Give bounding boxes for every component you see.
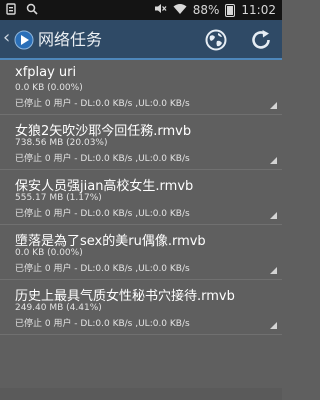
search-icon xyxy=(26,3,38,18)
clock: 11:02 xyxy=(241,3,276,17)
task-name: 女狼2矢吹沙耶今回任務.rmvb xyxy=(15,124,192,139)
task-item[interactable]: 墮落是為了sex的美ru偶像.rmvb 0.0 KB (0.00%) 已停止 0… xyxy=(0,225,282,280)
menu-corner-icon[interactable] xyxy=(270,102,277,109)
notification-icon xyxy=(6,3,16,18)
task-size: 249.40 MB (4.41%) xyxy=(15,303,102,313)
wifi-icon xyxy=(173,3,187,18)
task-name: 保安人员强jian高校女生.rmvb xyxy=(15,179,194,194)
back-chevron-icon[interactable]: ‹ xyxy=(3,29,10,47)
battery-percent: 88% xyxy=(192,3,220,17)
menu-corner-icon[interactable] xyxy=(270,322,277,329)
task-name: 历史上最具气质女性秘书穴接待.rmvb xyxy=(15,289,235,304)
task-status: 已停止 0 用户 - DL:0.0 KB/s ,UL:0.0 KB/s xyxy=(15,209,190,219)
battery-icon xyxy=(225,3,236,17)
task-status: 已停止 0 用户 - DL:0.0 KB/s ,UL:0.0 KB/s xyxy=(15,319,190,329)
app-logo-icon[interactable] xyxy=(14,30,34,50)
task-size: 555.17 MB (1.17%) xyxy=(15,193,102,203)
action-bar: ‹ 网络任务 xyxy=(0,20,282,60)
status-bar: 88% 11:02 xyxy=(0,0,282,20)
menu-corner-icon[interactable] xyxy=(270,157,277,164)
globe-icon[interactable] xyxy=(205,29,227,51)
status-bar-left-icons xyxy=(6,3,38,18)
task-item[interactable]: 历史上最具气质女性秘书穴接待.rmvb 249.40 MB (4.41%) 已停… xyxy=(0,280,282,335)
task-size: 738.56 MB (20.03%) xyxy=(15,138,108,148)
task-item[interactable]: 保安人员强jian高校女生.rmvb 555.17 MB (1.17%) 已停止… xyxy=(0,170,282,225)
task-item[interactable]: 女狼2矢吹沙耶今回任務.rmvb 738.56 MB (20.03%) 已停止 … xyxy=(0,115,282,170)
task-size: 0.0 KB (0.00%) xyxy=(15,83,83,93)
task-list: xfplay uri 0.0 KB (0.00%) 已停止 0 用户 - DL:… xyxy=(0,60,282,335)
task-status: 已停止 0 用户 - DL:0.0 KB/s ,UL:0.0 KB/s xyxy=(15,154,190,164)
task-name: 墮落是為了sex的美ru偶像.rmvb xyxy=(15,234,206,249)
task-name: xfplay uri xyxy=(15,65,77,80)
page-title: 网络任务 xyxy=(38,30,103,49)
task-status: 已停止 0 用户 - DL:0.0 KB/s ,UL:0.0 KB/s xyxy=(15,264,190,274)
status-bar-right-icons: 88% 11:02 xyxy=(154,2,276,18)
menu-corner-icon[interactable] xyxy=(270,267,277,274)
task-size: 0.0 KB (0.00%) xyxy=(15,248,83,258)
refresh-icon[interactable] xyxy=(250,29,272,51)
navigation-bar xyxy=(0,388,282,400)
task-item[interactable]: xfplay uri 0.0 KB (0.00%) 已停止 0 用户 - DL:… xyxy=(0,60,282,115)
task-status: 已停止 0 用户 - DL:0.0 KB/s ,UL:0.0 KB/s xyxy=(15,99,190,109)
mute-icon xyxy=(154,2,167,18)
menu-corner-icon[interactable] xyxy=(270,212,277,219)
